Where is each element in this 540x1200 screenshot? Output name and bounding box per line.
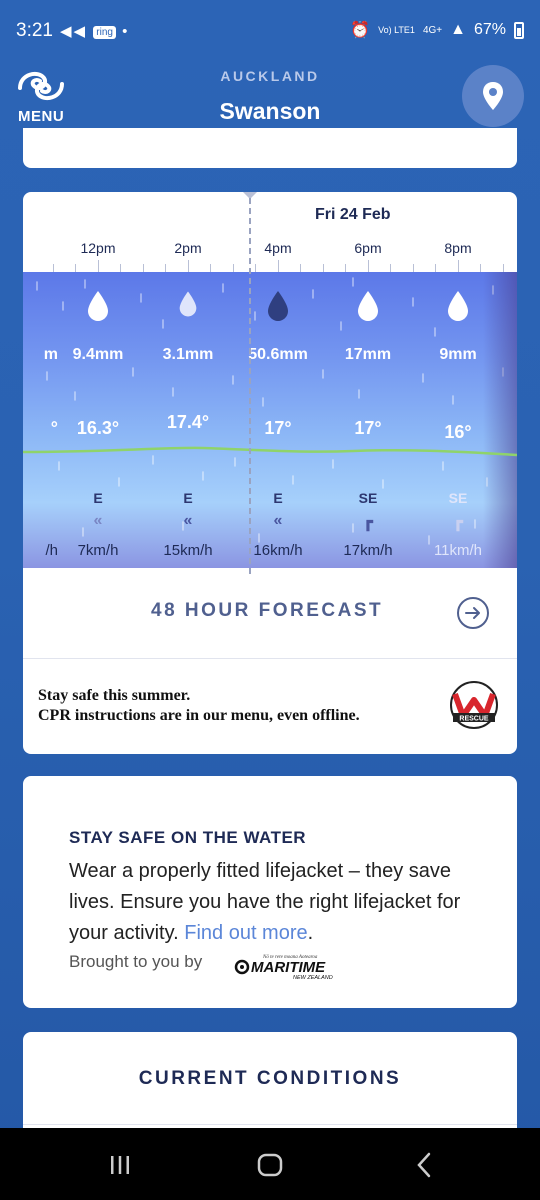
safety-title: STAY SAFE ON THE WATER bbox=[69, 828, 307, 847]
status-time: 3:21 bbox=[16, 20, 53, 41]
current-conditions-card: CURRENT CONDITIONS bbox=[23, 1032, 517, 1132]
system-icons: ⏰ Vo) LTE1 4G+ ▲ 67% bbox=[350, 20, 524, 40]
cpr-line-2: CPR instructions are in our menu, even o… bbox=[38, 707, 360, 724]
time-label: 2pm bbox=[174, 240, 202, 256]
maritime-nz-logo-icon: Nō te rere moana Aotearoa MARITIME NEW Z… bbox=[233, 952, 343, 982]
find-out-more-link[interactable]: Find out more bbox=[184, 922, 307, 944]
lte-label: Vo) LTE1 bbox=[378, 25, 415, 35]
wind-speed: 15km/h bbox=[163, 542, 213, 559]
temperature: 16° bbox=[444, 422, 472, 442]
region-label: AUCKLAND bbox=[220, 68, 320, 84]
wind-speed: 11km/h bbox=[433, 542, 483, 559]
recent-apps-icon bbox=[111, 1156, 129, 1174]
wind-speed: 7km/h bbox=[77, 542, 119, 559]
maritime-subtitle: NEW ZEALAND bbox=[293, 975, 333, 981]
hourly-forecast-card: Fri 24 Feb n 12pm 2pm 4pm 6pm 8pm m ° /h bbox=[23, 192, 517, 754]
forecast-column: 9mm 16° SE ┏ 11km/h bbox=[413, 272, 503, 568]
rain-amount: 3.1mm bbox=[162, 346, 214, 363]
previous-card bbox=[23, 128, 517, 168]
maritime-wordmark: MARITIME bbox=[251, 959, 326, 976]
wind-direction: E bbox=[183, 490, 193, 506]
wind-direction: E bbox=[273, 490, 283, 506]
home-icon bbox=[257, 1153, 283, 1177]
battery-percent: 67% bbox=[473, 21, 506, 38]
wind-direction: E bbox=[93, 490, 103, 506]
safety-body-end: . bbox=[307, 922, 314, 944]
location-pin-icon bbox=[483, 82, 503, 110]
temperature: 17° bbox=[354, 418, 382, 438]
arrow-right-circle-icon bbox=[457, 597, 489, 629]
divider bbox=[23, 1124, 517, 1125]
status-bar: 3:21 ◀◀ ring • ⏰ Vo) LTE1 4G+ ▲ 67% bbox=[0, 0, 540, 62]
wind-arrow-icon: « bbox=[183, 512, 193, 529]
rain-amount: 9mm bbox=[439, 346, 477, 363]
time-ticks bbox=[23, 260, 517, 272]
forecast-column: 3.1mm 17.4° E « 15km/h bbox=[143, 272, 233, 568]
surf-rescue-logo-icon: RESCUE bbox=[445, 680, 503, 730]
raindrop-icon bbox=[448, 291, 468, 321]
network-label: 4G+ bbox=[422, 24, 443, 36]
current-conditions-title: CURRENT CONDITIONS bbox=[138, 1068, 402, 1089]
twitter-icon: ◀ bbox=[60, 23, 74, 40]
forecast-column: 9.4mm 16.3° E « 7km/h bbox=[53, 272, 143, 568]
cpr-line-1: Stay safe this summer. bbox=[38, 687, 191, 704]
rain-amount: 50.6mm bbox=[248, 346, 308, 363]
raindrop-icon bbox=[88, 291, 108, 321]
wind-direction: SE bbox=[358, 490, 378, 506]
brought-to-you-label: Brought to you by bbox=[69, 952, 203, 971]
temperature: 17.4° bbox=[166, 412, 210, 432]
time-label: 4pm bbox=[264, 240, 292, 256]
raindrop-icon bbox=[179, 291, 197, 317]
time-label: 12pm bbox=[80, 240, 116, 256]
day-divider bbox=[249, 198, 251, 574]
forecast-column: 50.6mm 17° E « 16km/h bbox=[233, 272, 323, 568]
rescue-text: RESCUE bbox=[459, 716, 489, 723]
ring-icon: ring bbox=[93, 25, 116, 39]
wind-arrow-icon: « bbox=[93, 512, 103, 529]
48-hour-forecast-button[interactable]: 48 HOUR FORECAST bbox=[23, 568, 517, 659]
battery-icon bbox=[514, 21, 524, 39]
time-label: n bbox=[23, 240, 24, 256]
location-pin-button[interactable] bbox=[462, 65, 524, 127]
wind-speed: 16km/h bbox=[253, 542, 303, 559]
recent-apps-button[interactable] bbox=[100, 1150, 140, 1180]
location-title[interactable]: Swanson bbox=[0, 98, 540, 125]
water-safety-card: STAY SAFE ON THE WATER Wear a properly f… bbox=[23, 776, 517, 1008]
twitter-icon: ◀ bbox=[73, 23, 88, 40]
date-label: Fri 24 Feb bbox=[315, 206, 391, 223]
temperature: 17° bbox=[264, 418, 292, 438]
wind-arrow-icon: « bbox=[273, 512, 283, 529]
cpr-banner[interactable]: Stay safe this summer. CPR instructions … bbox=[38, 686, 360, 726]
home-button[interactable] bbox=[250, 1150, 290, 1180]
rain-amount: 17mm bbox=[344, 346, 392, 363]
dot-icon: • bbox=[122, 23, 130, 40]
wind-direction: SE bbox=[448, 490, 468, 506]
back-button[interactable] bbox=[404, 1150, 444, 1180]
wind-arrow-icon: ┏ bbox=[363, 514, 373, 531]
temperature: 16.3° bbox=[76, 418, 120, 438]
time-label: 8pm bbox=[444, 240, 472, 256]
back-icon bbox=[417, 1152, 431, 1178]
notification-icons: ◀◀ ring • bbox=[60, 22, 129, 40]
raindrop-icon bbox=[358, 291, 378, 321]
android-nav-bar bbox=[0, 1128, 540, 1200]
safety-body: Wear a properly fitted lifejacket – they… bbox=[69, 856, 489, 949]
heavy-raindrop-icon bbox=[268, 291, 288, 321]
wind-arrow-icon: ┏ bbox=[453, 514, 463, 531]
time-label: 6pm bbox=[354, 240, 382, 256]
48-hour-forecast-label: 48 HOUR FORECAST bbox=[151, 600, 384, 621]
alarm-icon: ⏰ bbox=[350, 22, 371, 39]
weather-panel[interactable]: m ° /h 9.4mm 16.3° E « 7km/h 3.1mm 17.4°… bbox=[23, 272, 517, 568]
wind-speed: 17km/h bbox=[343, 542, 393, 559]
signal-icon: ▲ bbox=[450, 21, 466, 38]
forecast-column: 17mm 17° SE ┏ 17km/h bbox=[323, 272, 413, 568]
rain-amount: 9.4mm bbox=[72, 346, 124, 363]
